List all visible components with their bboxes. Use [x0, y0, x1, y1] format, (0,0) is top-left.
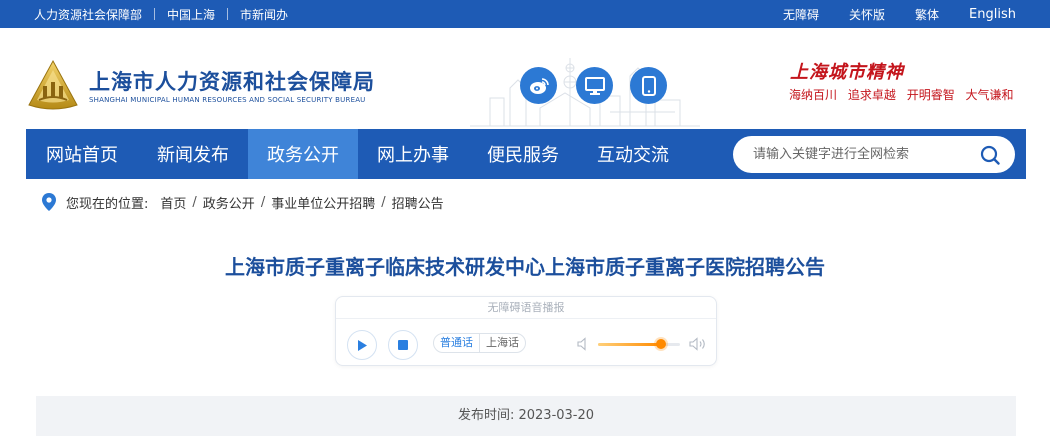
site-header: 上海市人力资源和社会保障局 SHANGHAI MUNICIPAL HUMAN R…: [0, 28, 1050, 129]
search-icon[interactable]: [980, 145, 1000, 165]
weibo-button[interactable]: [520, 67, 557, 104]
volume-high-icon[interactable]: [689, 337, 707, 351]
website-pc-button[interactable]: [576, 67, 613, 104]
top-left-links: 人力资源社会保障部 中国上海 市新闻办: [34, 0, 288, 28]
nav-item-government-affairs[interactable]: 政务公开: [248, 129, 358, 179]
play-button[interactable]: [347, 330, 377, 360]
breadcrumb-label: 您现在的位置:: [66, 196, 149, 212]
search-input[interactable]: [753, 136, 973, 173]
player-caption: 无障碍语音播报: [336, 297, 716, 319]
site-subtitle: SHANGHAI MUNICIPAL HUMAN RESOURCES AND S…: [89, 96, 366, 104]
nav-item-home[interactable]: 网站首页: [26, 129, 138, 179]
dialect-mandarin-button[interactable]: 普通话: [434, 334, 479, 352]
article-title: 上海市质子重离子临床技术研发中心上海市质子重离子医院招聘公告: [225, 255, 825, 279]
breadcrumb-separator: /: [381, 194, 386, 210]
nav-item-news[interactable]: 新闻发布: [138, 129, 248, 179]
breadcrumb-government-affairs[interactable]: 政务公开: [203, 193, 255, 212]
weibo-icon: [529, 77, 549, 94]
play-icon: [358, 339, 367, 351]
breadcrumb-separator: /: [260, 194, 266, 210]
mobile-site-button[interactable]: [630, 67, 667, 104]
nav-item-online-services[interactable]: 网上办事: [358, 129, 468, 179]
top-right-links: 无障碍 关怀版 繁体 English: [783, 0, 1016, 28]
volume-slider-handle[interactable]: [656, 339, 667, 349]
volume-slider[interactable]: [598, 339, 680, 349]
breadcrumb: 您现在的位置: 首页 / 政务公开 / 事业单位公开招聘 / 招聘公告: [42, 192, 444, 212]
english-link[interactable]: English: [969, 7, 1016, 22]
breadcrumb-public-recruitment[interactable]: 事业单位公开招聘: [271, 193, 375, 212]
top-link-mohrss[interactable]: 人力资源社会保障部: [34, 6, 142, 23]
divider: [154, 8, 156, 20]
computer-icon: [584, 76, 605, 95]
divider: [227, 8, 229, 20]
publish-date: 2023-03-20: [518, 408, 595, 423]
publish-info-bar: 发布时间: 2023-03-20: [36, 396, 1016, 436]
location-pin-icon: [42, 193, 56, 211]
spirit-word: 开明睿智: [906, 88, 955, 102]
spirit-word: 大气谦和: [965, 88, 1014, 102]
spirit-word: 海纳百川: [789, 88, 838, 102]
main-nav: 网站首页 新闻发布 政务公开 网上办事 便民服务 互动交流: [26, 129, 1026, 179]
site-title[interactable]: 上海市人力资源和社会保障局: [89, 66, 375, 96]
top-link-news-office[interactable]: 市新闻办: [240, 6, 288, 23]
stop-icon: [398, 340, 408, 350]
dialect-shanghainese-button[interactable]: 上海话: [479, 334, 525, 352]
city-spirit-words: 海纳百川 追求卓越 开明睿智 大气谦和: [789, 86, 1021, 103]
site-search: [733, 136, 1015, 173]
breadcrumb-separator: /: [192, 194, 197, 210]
breadcrumb-recruitment-notice[interactable]: 招聘公告: [392, 193, 444, 212]
publish-label: 发布时间:: [457, 408, 515, 423]
traditional-chinese-link[interactable]: 繁体: [915, 6, 939, 23]
city-spirit-title: 上海城市精神: [790, 62, 904, 83]
accessibility-link[interactable]: 无障碍: [783, 6, 819, 23]
stop-button[interactable]: [388, 330, 418, 360]
spirit-word: 追求卓越: [847, 88, 896, 102]
elderly-care-mode-link[interactable]: 关怀版: [849, 6, 885, 23]
nav-item-interaction[interactable]: 互动交流: [578, 129, 688, 179]
top-bar: 人力资源社会保障部 中国上海 市新闻办 无障碍 关怀版 繁体 English: [0, 0, 1050, 28]
top-link-china-shanghai[interactable]: 中国上海: [167, 6, 215, 23]
dialect-switch: 普通话 上海话: [433, 333, 526, 353]
voice-broadcast-player: 无障碍语音播报 普通话 上海话: [335, 296, 717, 366]
mobile-icon: [641, 75, 656, 96]
nav-item-convenience-services[interactable]: 便民服务: [468, 129, 578, 179]
bureau-logo-icon[interactable]: [26, 58, 80, 112]
volume-low-icon[interactable]: [577, 337, 589, 351]
breadcrumb-home[interactable]: 首页: [160, 193, 186, 212]
volume-slider-fill: [598, 343, 662, 346]
